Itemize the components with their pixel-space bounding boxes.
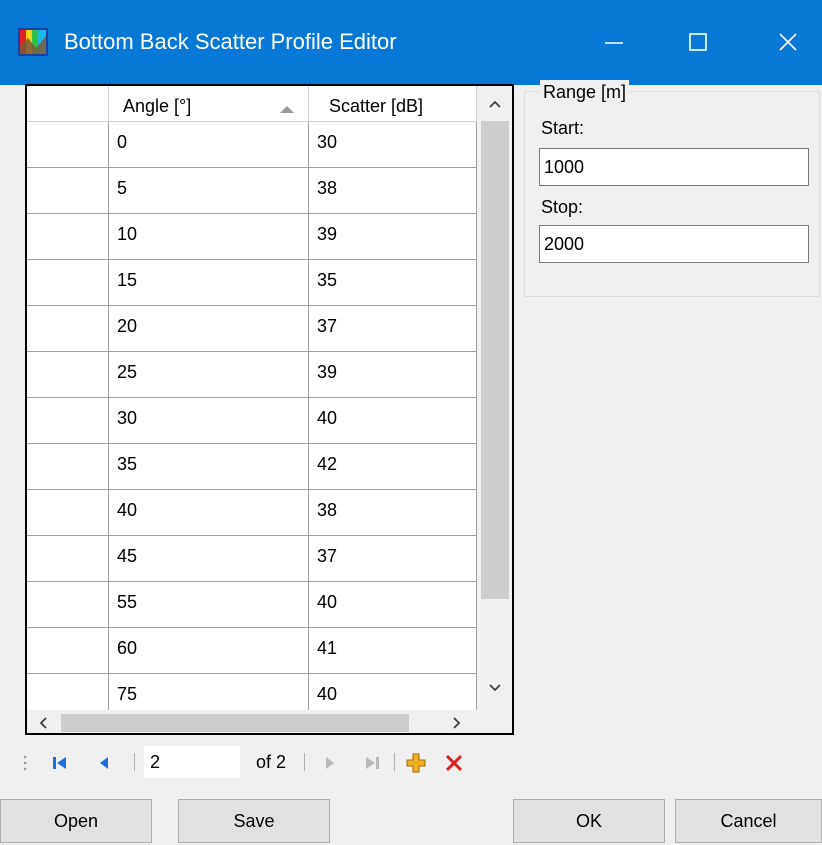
toolbar-separator — [394, 753, 395, 771]
table-cell-angle[interactable]: 20 — [109, 306, 309, 352]
scroll-down-icon[interactable] — [485, 678, 505, 698]
grid-horizontal-scrollbar[interactable] — [27, 710, 477, 733]
start-range-input[interactable]: 1000 — [539, 148, 809, 186]
vertical-scroll-thumb[interactable] — [481, 121, 509, 599]
table-cell-scatter[interactable]: 38 — [309, 490, 477, 536]
table-cell-angle[interactable]: 40 — [109, 490, 309, 536]
record-count-label: of 2 — [256, 752, 287, 772]
grid-corner-header[interactable] — [27, 86, 109, 122]
minimize-icon — [605, 42, 623, 44]
table-cell-angle[interactable]: 5 — [109, 168, 309, 214]
current-position-input[interactable]: 2 — [144, 746, 240, 778]
column-header-angle-label: Angle [°] — [123, 96, 192, 116]
table-cell-scatter[interactable]: 40 — [309, 582, 477, 628]
horizontal-scroll-thumb[interactable] — [61, 714, 409, 732]
table-cell-scatter[interactable]: 37 — [309, 306, 477, 352]
maximize-icon — [689, 33, 707, 51]
stop-range-input[interactable]: 2000 — [539, 225, 809, 263]
table-cell-angle[interactable]: 60 — [109, 628, 309, 674]
scatter-profile-grid[interactable]: Angle [°] Scatter [dB] 0 30 5 38 10 39 1… — [25, 84, 514, 735]
delete-button[interactable] — [440, 749, 468, 777]
table-cell-scatter[interactable]: 35 — [309, 260, 477, 306]
row-header[interactable] — [27, 214, 109, 260]
row-header[interactable] — [27, 582, 109, 628]
table-cell-scatter[interactable]: 39 — [309, 352, 477, 398]
row-header[interactable] — [27, 306, 109, 352]
window-title: Bottom Back Scatter Profile Editor — [64, 29, 397, 54]
scroll-left-icon[interactable] — [33, 713, 53, 733]
move-next-button[interactable] — [316, 749, 344, 777]
stop-label: Stop: — [541, 197, 584, 217]
table-cell-angle[interactable]: 10 — [109, 214, 309, 260]
row-header[interactable] — [27, 628, 109, 674]
scroll-up-icon[interactable] — [485, 94, 505, 114]
toolbar-separator — [134, 753, 135, 771]
move-last-button[interactable] — [358, 749, 386, 777]
row-header[interactable] — [27, 398, 109, 444]
column-header-scatter-label: Scatter [dB] — [329, 96, 424, 116]
toolbar-grip-icon[interactable] — [20, 753, 30, 773]
maximize-button[interactable] — [668, 20, 728, 64]
row-header[interactable] — [27, 122, 109, 168]
table-cell-angle[interactable]: 25 — [109, 352, 309, 398]
table-cell-scatter[interactable]: 39 — [309, 214, 477, 260]
table-cell-angle[interactable]: 45 — [109, 536, 309, 582]
table-cell-scatter[interactable]: 42 — [309, 444, 477, 490]
row-header[interactable] — [27, 444, 109, 490]
row-header[interactable] — [27, 260, 109, 306]
toolbar-separator — [304, 753, 305, 771]
start-label: Start: — [541, 118, 585, 138]
table-cell-angle[interactable]: 0 — [109, 122, 309, 168]
table-cell-scatter[interactable]: 30 — [309, 122, 477, 168]
app-color-icon — [18, 28, 48, 56]
record-navigator: 2 of 2 — [20, 745, 510, 781]
table-cell-scatter[interactable]: 37 — [309, 536, 477, 582]
row-header[interactable] — [27, 352, 109, 398]
table-cell-scatter[interactable]: 40 — [309, 398, 477, 444]
cancel-button[interactable]: Cancel — [675, 799, 822, 843]
row-header[interactable] — [27, 536, 109, 582]
scroll-right-icon[interactable] — [447, 713, 467, 733]
move-first-button[interactable] — [46, 749, 74, 777]
table-cell-angle[interactable]: 30 — [109, 398, 309, 444]
table-cell-angle[interactable]: 35 — [109, 444, 309, 490]
add-new-button[interactable] — [402, 749, 430, 777]
open-button[interactable]: Open — [0, 799, 152, 843]
minimize-button[interactable] — [584, 20, 644, 64]
delete-icon — [445, 754, 463, 772]
close-button[interactable] — [758, 20, 818, 64]
sort-ascending-icon — [280, 106, 294, 113]
range-group-legend: Range [m] — [540, 80, 630, 104]
column-header-scatter[interactable]: Scatter [dB] — [309, 86, 477, 122]
grid-vertical-scrollbar[interactable] — [477, 86, 512, 711]
table-cell-scatter[interactable]: 41 — [309, 628, 477, 674]
table-cell-angle[interactable]: 55 — [109, 582, 309, 628]
move-previous-button[interactable] — [90, 749, 118, 777]
ok-button[interactable]: OK — [513, 799, 665, 843]
close-icon — [779, 33, 797, 51]
row-header[interactable] — [27, 168, 109, 214]
table-cell-scatter[interactable]: 38 — [309, 168, 477, 214]
column-header-angle[interactable]: Angle [°] — [109, 86, 309, 122]
move-first-icon — [53, 757, 66, 769]
title-bar[interactable]: Bottom Back Scatter Profile Editor — [0, 0, 822, 85]
move-last-icon — [366, 757, 379, 769]
move-next-icon — [326, 757, 334, 769]
move-previous-icon — [100, 757, 108, 769]
add-icon — [406, 753, 426, 773]
table-cell-angle[interactable]: 15 — [109, 260, 309, 306]
scrollbar-corner — [477, 710, 512, 733]
save-button[interactable]: Save — [178, 799, 330, 843]
row-header[interactable] — [27, 490, 109, 536]
